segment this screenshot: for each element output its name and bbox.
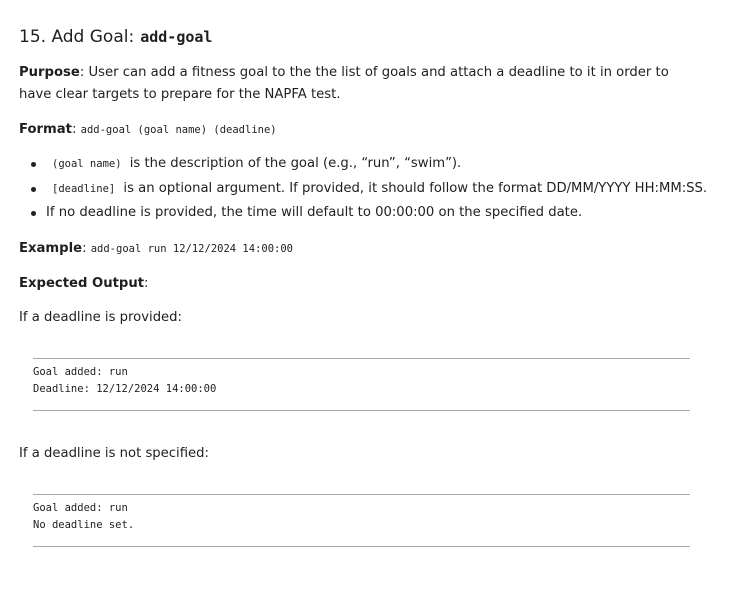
purpose-paragraph: Purpose: User can add a fitness goal to … <box>19 62 699 106</box>
output-block-with-deadline: Goal added: run Deadline: 12/12/2024 14:0… <box>33 357 690 411</box>
divider <box>33 545 690 547</box>
expected-output-label: Expected Output <box>19 275 145 291</box>
document-page: 15. Add Goal: add-goal Purpose: User can … <box>0 0 719 547</box>
output-block-without-deadline: Goal added: run No deadline set. <box>33 493 690 547</box>
goal-name-code: (goal name) <box>52 158 122 170</box>
example-paragraph: Example: add-goal run 12/12/2024 14:00:0… <box>19 238 719 260</box>
divider <box>33 409 690 411</box>
expected-output-separator: : <box>144 275 149 291</box>
output-lines: Goal added: run Deadline: 12/12/2024 14:0… <box>33 359 690 410</box>
list-item: If no deadline is provided, the time wil… <box>31 201 719 226</box>
output-line: Deadline: 12/12/2024 14:00:00 <box>33 382 217 395</box>
deadline-description: is an optional argument. If provided, it… <box>123 180 708 196</box>
argument-list: (goal name) is the description of the go… <box>19 152 719 226</box>
purpose-label: Purpose <box>19 65 80 80</box>
format-paragraph: Format: add-goal (goal name) (deadline) <box>19 119 719 141</box>
list-item: [deadline] is an optional argument. If p… <box>31 177 719 202</box>
expected-output-paragraph: Expected Output: <box>19 273 719 295</box>
list-item: (goal name) is the description of the go… <box>31 152 719 177</box>
deadline-code: [deadline] <box>52 182 116 195</box>
command-name: add-goal <box>140 28 213 46</box>
case-without-deadline-caption: If a deadline is not specified: <box>19 445 209 461</box>
format-code: add-goal (goal name) (deadline) <box>80 124 277 136</box>
format-label: Format <box>19 122 72 137</box>
output-lines: Goal added: run No deadline set. <box>33 495 690 546</box>
default-time-note: If no deadline is provided, the time wil… <box>46 205 583 220</box>
example-code: add-goal run 12/12/2024 14:00:00 <box>90 242 294 255</box>
case-with-deadline-caption: If a deadline is provided: <box>19 309 182 325</box>
section-heading: 15. Add Goal: add-goal <box>19 0 719 48</box>
output-line: Goal added: run <box>33 501 128 514</box>
example-separator: : <box>82 240 87 256</box>
example-label: Example <box>19 240 83 256</box>
goal-name-description: is the description of the goal (e.g., “r… <box>129 156 462 171</box>
output-line: Goal added: run <box>33 365 128 378</box>
output-line: No deadline set. <box>33 518 135 531</box>
purpose-text: : User can add a fitness goal to the the… <box>19 65 669 102</box>
format-separator: : <box>71 122 77 137</box>
section-title: 15. Add Goal: <box>19 27 135 47</box>
